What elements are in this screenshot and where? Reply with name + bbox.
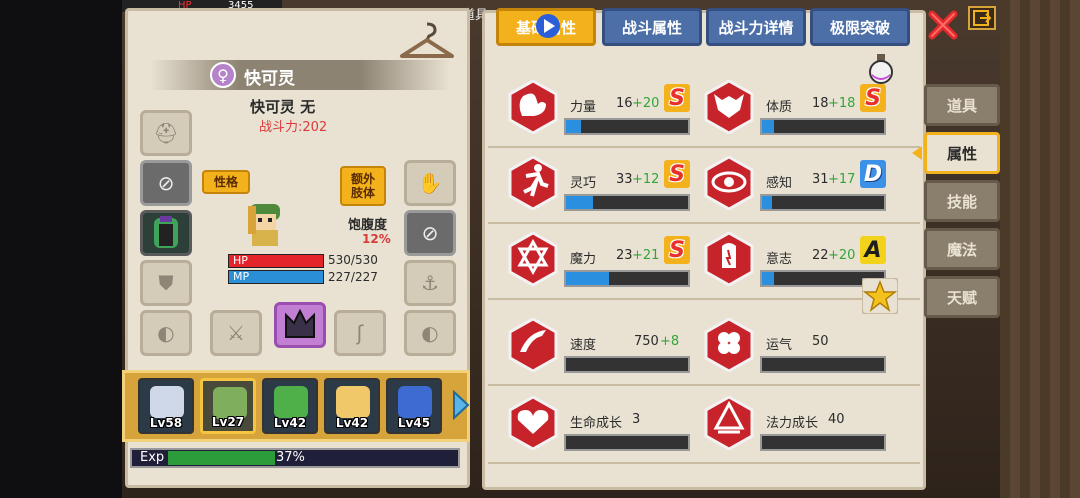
stat-bar-fill (762, 272, 775, 285)
stat-bar (564, 194, 690, 211)
stat-base-value: 31 (812, 172, 829, 187)
exit-button[interactable] (968, 6, 996, 30)
body-icon (704, 80, 754, 134)
stat-bar (564, 118, 690, 135)
stat-label: 体质 (766, 100, 793, 115)
stat-grid: 力量 16 +20 S 体质 18 +18 S 灵巧 33 +12 S 感知 31 +17 D 魔力 23 +21 S… (0, 0, 1080, 498)
stat-label: 法力成长 (766, 416, 819, 431)
stat-base-value: 750 (634, 334, 659, 349)
stat-base-value: 22 (812, 248, 829, 263)
magic-growth-icon (704, 396, 754, 450)
stat-label: 力量 (570, 100, 597, 115)
stat-label: 运气 (766, 338, 793, 353)
stat-base-value: 16 (616, 96, 633, 111)
stat-label: 速度 (570, 338, 597, 353)
stat-bar (564, 270, 690, 287)
stat-grade-badge: S (664, 160, 690, 188)
stat-bonus-value: +8 (660, 334, 680, 349)
clover-icon (704, 318, 754, 372)
stat-bonus-value: +20 (828, 248, 856, 263)
stat-label: 意志 (766, 252, 793, 267)
stat-base-value: 3 (632, 412, 641, 427)
eye-icon (704, 156, 754, 210)
stat-bonus-value: +21 (632, 248, 660, 263)
stat-bar-fill (566, 120, 581, 133)
stat-base-value: 23 (616, 248, 633, 263)
side-tab[interactable]: 天赋 (924, 276, 1000, 318)
stat-bar (564, 356, 690, 373)
stat-bar-fill (566, 196, 593, 209)
stat-bar (760, 356, 886, 373)
heart-icon (508, 396, 558, 450)
side-tab[interactable]: 属性 (924, 132, 1000, 174)
stat-bar-fill (762, 196, 772, 209)
stat-label: 魔力 (570, 252, 597, 267)
exit-icon (973, 10, 992, 26)
stat-bonus-value: +18 (828, 96, 856, 111)
stat-grade-badge: S (664, 84, 690, 112)
side-tab[interactable]: 道具 (924, 84, 1000, 126)
stat-label: 生命成长 (570, 416, 623, 431)
stat-base-value: 18 (812, 96, 829, 111)
stat-bonus-value: +12 (632, 172, 660, 187)
stat-bar (760, 434, 886, 451)
muscle-icon (508, 80, 558, 134)
speed-icon (508, 318, 558, 372)
stat-label: 灵巧 (570, 176, 597, 191)
side-tab[interactable]: 技能 (924, 180, 1000, 222)
stat-bar (564, 434, 690, 451)
stat-bar (760, 118, 886, 135)
stat-grade-badge: A (860, 236, 886, 264)
stat-bar-fill (762, 120, 775, 133)
stat-label: 感知 (766, 176, 793, 191)
stat-base-value: 40 (828, 412, 845, 427)
stat-grade-badge: D (860, 160, 886, 188)
star-icon[interactable] (862, 278, 898, 314)
side-tab[interactable]: 魔法 (924, 228, 1000, 270)
stat-bar (760, 194, 886, 211)
stat-grade-badge: S (860, 84, 886, 112)
hexagram-icon (508, 232, 558, 286)
stat-base-value: 50 (812, 334, 829, 349)
will-icon (704, 232, 754, 286)
stat-bonus-value: +20 (632, 96, 660, 111)
close-icon[interactable] (926, 8, 960, 42)
stat-grade-badge: S (664, 236, 690, 264)
stat-bar-fill (566, 272, 609, 285)
stat-base-value: 33 (616, 172, 633, 187)
running-icon (508, 156, 558, 210)
stat-bonus-value: +17 (828, 172, 856, 187)
